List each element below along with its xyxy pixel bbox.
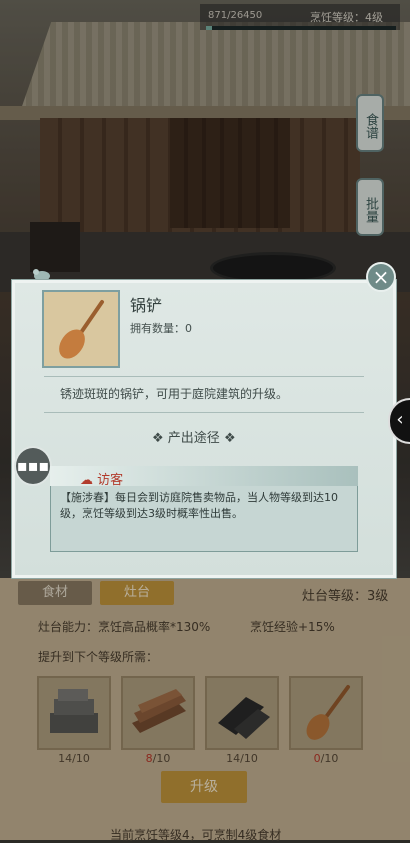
diamond-ornament-icon: ❖	[219, 431, 236, 446]
source-card-text: 【施涉春】每日会到访庭院售卖物品，当人物等级到达10级，烹饪等级到达3级时概率性…	[60, 491, 338, 520]
source-card-name: ☁ 访客	[80, 473, 124, 488]
chat-bubble-button[interactable]: ▪▪▪	[14, 446, 52, 486]
chevron-left-icon: ‹	[396, 409, 404, 430]
item-icon-frame	[42, 290, 120, 368]
cloud-ornament-icon: ☁	[80, 473, 98, 488]
close-button[interactable]: ×	[366, 262, 396, 292]
divider	[44, 412, 364, 413]
source-section-title: ❖ 产出途径 ❖	[152, 431, 236, 446]
divider	[44, 376, 364, 377]
spatula-icon	[59, 300, 104, 359]
chat-icon: ▪▪▪	[16, 456, 50, 475]
diamond-ornament-icon: ❖	[152, 431, 168, 446]
item-owned-count: 拥有数量：0	[130, 322, 192, 335]
item-name: 锅铲	[130, 296, 163, 315]
item-description: 锈迹斑斑的锅铲，可用于庭院建筑的升级。	[60, 387, 289, 401]
